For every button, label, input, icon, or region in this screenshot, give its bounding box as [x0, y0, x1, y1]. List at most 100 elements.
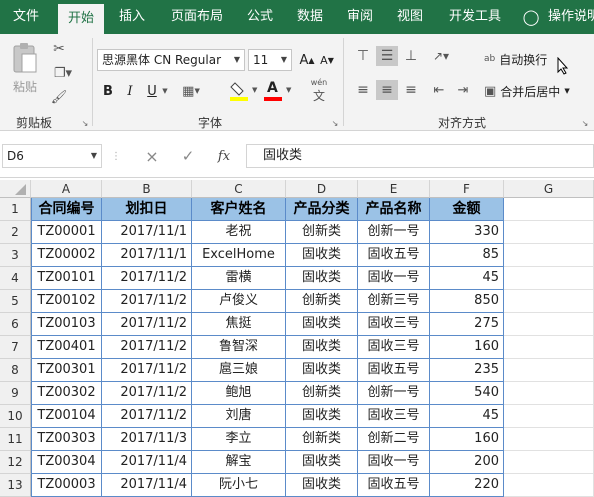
- table-cell[interactable]: TZ00002: [31, 244, 102, 267]
- table-header-cell[interactable]: 客户姓名: [192, 198, 286, 221]
- table-cell[interactable]: 创新类: [286, 382, 358, 405]
- empty-cell[interactable]: [504, 313, 594, 336]
- column-header-f[interactable]: F: [430, 180, 504, 198]
- table-cell[interactable]: ExcelHome: [192, 244, 286, 267]
- table-cell[interactable]: 45: [430, 405, 504, 428]
- table-cell[interactable]: 扈三娘: [192, 359, 286, 382]
- table-cell[interactable]: 创新类: [286, 221, 358, 244]
- empty-cell[interactable]: [504, 359, 594, 382]
- shrink-font-button[interactable]: A ▼: [318, 51, 336, 69]
- align-top-icon[interactable]: ⊤: [352, 46, 374, 66]
- column-header-c[interactable]: C: [192, 180, 286, 198]
- table-cell[interactable]: 850: [430, 290, 504, 313]
- table-cell[interactable]: 固收类: [286, 244, 358, 267]
- increase-indent-icon[interactable]: ⇥: [452, 80, 474, 100]
- align-middle-icon[interactable]: ☰: [376, 46, 398, 66]
- tab-page-layout[interactable]: 页面布局: [160, 0, 234, 34]
- table-header-cell[interactable]: 产品分类: [286, 198, 358, 221]
- table-cell[interactable]: 2017/11/4: [102, 451, 192, 474]
- paste-icon[interactable]: [8, 42, 42, 76]
- align-right-icon[interactable]: ≡: [400, 80, 422, 100]
- table-cell[interactable]: 275: [430, 313, 504, 336]
- table-cell[interactable]: 235: [430, 359, 504, 382]
- table-cell[interactable]: 200: [430, 451, 504, 474]
- table-cell[interactable]: TZ00001: [31, 221, 102, 244]
- row-header[interactable]: 9: [0, 382, 31, 405]
- table-cell[interactable]: 540: [430, 382, 504, 405]
- column-header-g[interactable]: G: [504, 180, 594, 198]
- table-header-cell[interactable]: 合同编号: [31, 198, 102, 221]
- column-header-b[interactable]: B: [102, 180, 192, 198]
- underline-button[interactable]: U: [144, 82, 160, 100]
- row-header[interactable]: 3: [0, 244, 31, 267]
- tab-insert[interactable]: 插入: [110, 0, 154, 34]
- fill-color-icon[interactable]: ▼: [230, 80, 260, 102]
- table-cell[interactable]: 固收类: [286, 267, 358, 290]
- tell-me-box[interactable]: 操作说明: [548, 0, 594, 34]
- table-cell[interactable]: 固收一号: [358, 451, 430, 474]
- table-cell[interactable]: 固收五号: [358, 359, 430, 382]
- table-cell[interactable]: 45: [430, 267, 504, 290]
- table-cell[interactable]: 刘唐: [192, 405, 286, 428]
- table-cell[interactable]: 鲁智深: [192, 336, 286, 359]
- tab-data[interactable]: 数据: [290, 0, 330, 34]
- table-cell[interactable]: TZ00302: [31, 382, 102, 405]
- table-cell[interactable]: 2017/11/2: [102, 313, 192, 336]
- table-cell[interactable]: 创新一号: [358, 221, 430, 244]
- table-cell[interactable]: 老祝: [192, 221, 286, 244]
- font-name-combo[interactable]: 思源黑体 CN Regular ▼: [97, 49, 245, 71]
- borders-icon[interactable]: ▦ ▼: [178, 82, 204, 100]
- table-cell[interactable]: 鲍旭: [192, 382, 286, 405]
- insert-function-button[interactable]: fx: [214, 146, 234, 166]
- decrease-indent-icon[interactable]: ⇤: [428, 80, 450, 100]
- table-cell[interactable]: TZ00303: [31, 428, 102, 451]
- table-cell[interactable]: 固收类: [286, 313, 358, 336]
- table-cell[interactable]: 固收三号: [358, 405, 430, 428]
- chevron-down-icon[interactable]: ▼: [160, 82, 170, 100]
- table-cell[interactable]: TZ00101: [31, 267, 102, 290]
- table-cell[interactable]: 固收一号: [358, 267, 430, 290]
- phonetic-guide-button[interactable]: wén 文: [304, 78, 334, 104]
- column-header-a[interactable]: A: [31, 180, 102, 198]
- table-cell[interactable]: 固收类: [286, 451, 358, 474]
- tab-file[interactable]: 文件: [0, 0, 52, 34]
- enter-button[interactable]: ✓: [178, 146, 198, 166]
- empty-cell[interactable]: [504, 382, 594, 405]
- tab-home[interactable]: 开始: [58, 4, 104, 34]
- table-cell[interactable]: TZ00104: [31, 405, 102, 428]
- table-cell[interactable]: 2017/11/1: [102, 221, 192, 244]
- font-color-icon[interactable]: ▼ A: [264, 80, 294, 102]
- row-header[interactable]: 12: [0, 451, 31, 474]
- row-header[interactable]: 10: [0, 405, 31, 428]
- italic-button[interactable]: I: [122, 82, 138, 100]
- empty-cell[interactable]: [504, 405, 594, 428]
- table-cell[interactable]: 创新二号: [358, 428, 430, 451]
- table-cell[interactable]: TZ00304: [31, 451, 102, 474]
- cancel-button[interactable]: ×: [142, 146, 162, 166]
- table-cell[interactable]: 160: [430, 428, 504, 451]
- empty-cell[interactable]: [504, 336, 594, 359]
- table-cell[interactable]: 创新类: [286, 428, 358, 451]
- font-size-combo[interactable]: 11 ▼: [248, 49, 292, 71]
- lightbulb-icon[interactable]: ◯: [522, 0, 540, 34]
- dialog-launcher-icon[interactable]: ↘: [330, 118, 340, 128]
- formula-input[interactable]: 固收类: [246, 144, 594, 168]
- align-bottom-icon[interactable]: ⊥: [400, 46, 422, 66]
- tab-developer[interactable]: 开发工具: [440, 0, 510, 34]
- resize-handle-icon[interactable]: ⋮: [111, 148, 121, 164]
- bold-button[interactable]: B: [100, 82, 116, 100]
- table-cell[interactable]: 2017/11/2: [102, 290, 192, 313]
- tab-review[interactable]: 审阅: [340, 0, 380, 34]
- table-cell[interactable]: 固收五号: [358, 244, 430, 267]
- column-header-d[interactable]: D: [286, 180, 358, 198]
- table-cell[interactable]: TZ00103: [31, 313, 102, 336]
- table-cell[interactable]: 固收三号: [358, 336, 430, 359]
- column-header-e[interactable]: E: [358, 180, 430, 198]
- table-cell[interactable]: 2017/11/2: [102, 359, 192, 382]
- row-header[interactable]: 8: [0, 359, 31, 382]
- tab-view[interactable]: 视图: [390, 0, 430, 34]
- table-cell[interactable]: 2017/11/2: [102, 405, 192, 428]
- table-cell[interactable]: 160: [430, 336, 504, 359]
- copy-icon[interactable]: ❐▾: [50, 64, 76, 82]
- dialog-launcher-icon[interactable]: ↘: [580, 118, 590, 128]
